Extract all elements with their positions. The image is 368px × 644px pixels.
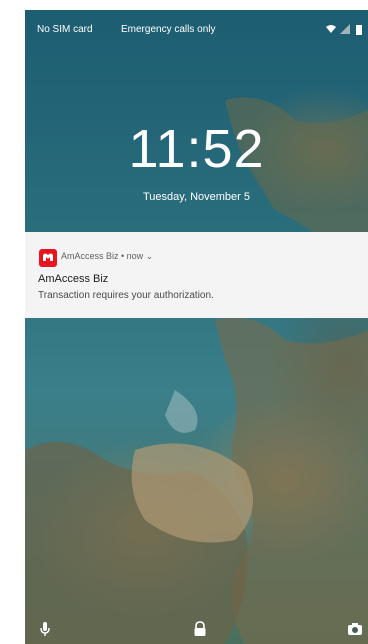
- wifi-icon: [326, 25, 336, 33]
- status-bar: No SIM card Emergency calls only: [25, 10, 368, 40]
- wallpaper-image: [25, 97, 368, 644]
- notification-header: AmAccess Biz • now ⌄: [61, 251, 154, 261]
- notification-title: AmAccess Biz: [38, 273, 109, 285]
- lock-date: Tuesday, November 5: [143, 191, 250, 203]
- lock-screen[interactable]: No SIM card Emergency calls only 11:52 T…: [25, 10, 368, 644]
- app-icon: [39, 249, 57, 267]
- notification-text: Transaction requires your authorization.: [38, 290, 214, 301]
- microphone-icon[interactable]: [39, 621, 51, 642]
- notification-card[interactable]: AmAccess Biz • now ⌄ AmAccess Biz Transa…: [25, 232, 368, 318]
- carrier-label: No SIM card: [37, 24, 93, 35]
- lock-icon[interactable]: [193, 621, 207, 642]
- status-icons: [324, 22, 364, 36]
- camera-icon[interactable]: [347, 621, 363, 642]
- signal-icon: [340, 24, 350, 34]
- emergency-calls-label: Emergency calls only: [121, 24, 216, 35]
- battery-icon: [356, 25, 362, 35]
- lock-clock: 11:52: [128, 119, 265, 179]
